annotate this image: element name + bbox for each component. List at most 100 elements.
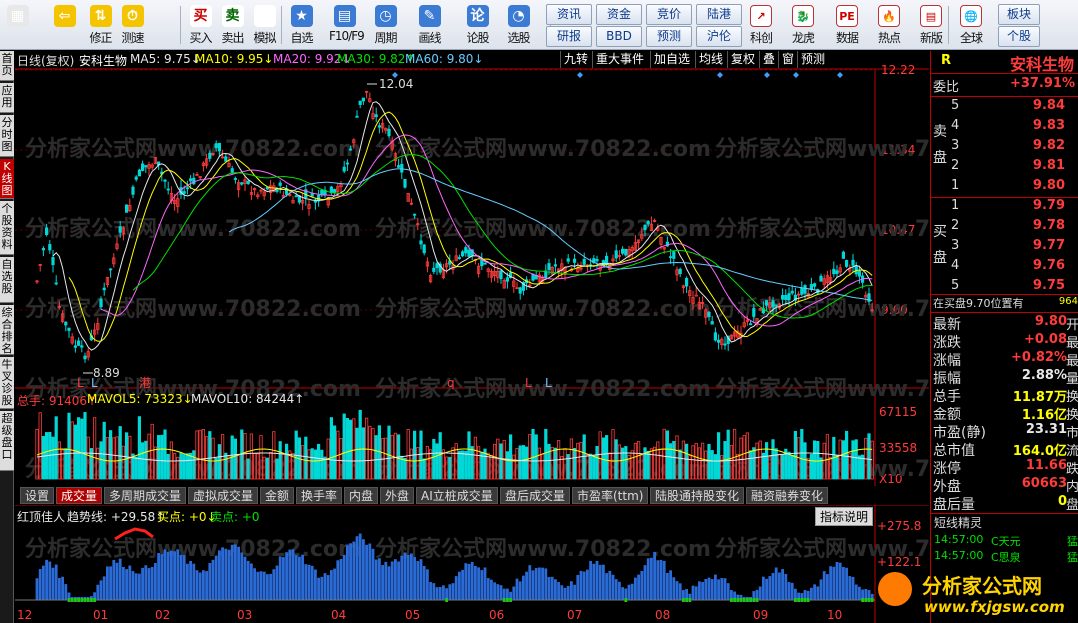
chart-menu-item-2[interactable]: 加自选: [650, 51, 693, 68]
indicator-bar: [813, 584, 816, 600]
kline-chart[interactable]: 12.2211.3410.479.606711533558X10+275.8+1…: [15, 51, 929, 623]
volume-tab-9[interactable]: 盘后成交量: [500, 487, 571, 504]
toolbar-right-button-2[interactable]: PE 数据: [828, 2, 866, 48]
side-button-1[interactable]: 个股: [998, 26, 1040, 47]
grid-button-2[interactable]: 竞价: [646, 4, 692, 25]
chart-menu-item-4[interactable]: 复权: [727, 51, 758, 68]
event-marker-icon[interactable]: [837, 72, 843, 78]
toolbar-button-6[interactable]: ⚒ 模拟: [249, 2, 280, 48]
volume-tab-7[interactable]: 外盘: [380, 487, 415, 504]
volume-bar: [313, 449, 318, 480]
indicator-bar: [758, 586, 762, 600]
toolbar-button-7[interactable]: ★ 自选: [286, 2, 317, 48]
left-tab-6[interactable]: 综合排名: [0, 305, 14, 355]
left-tab-0[interactable]: 首页: [0, 51, 14, 81]
grid-button-0[interactable]: 资讯: [546, 4, 592, 25]
left-tab-8[interactable]: 超级盘口: [0, 411, 14, 471]
candle-body: [332, 189, 337, 193]
left-tab-2[interactable]: 分时图: [0, 115, 14, 157]
buy-level-row[interactable]: 4 9.76: [931, 258, 1078, 277]
sell-level-row[interactable]: 5 9.84: [931, 98, 1078, 117]
chart-icon: ↗: [750, 5, 772, 27]
chart-menu-item-1[interactable]: 重大事件: [592, 51, 647, 68]
grid-button-1[interactable]: 资金: [596, 4, 642, 25]
toolbar-button-label: F10/F9: [329, 29, 365, 43]
sell-level-row[interactable]: 2 9.81: [931, 158, 1078, 177]
buy-level-row[interactable]: 3 9.77: [931, 238, 1078, 257]
sell-level-row[interactable]: 4 9.83: [931, 118, 1078, 137]
event-marker-icon[interactable]: [717, 72, 723, 78]
volume-bar: [246, 458, 250, 480]
volume-bar: [589, 453, 593, 480]
side-button-0[interactable]: 板块: [998, 4, 1040, 25]
toolbar-button-label: 选股: [507, 31, 530, 45]
candle-body: [678, 268, 682, 274]
toolbar-button-3[interactable]: ⏱ 测速: [117, 2, 148, 48]
event-marker-icon[interactable]: [793, 72, 799, 78]
toolbar-button-12[interactable]: ◔ 选股: [503, 2, 534, 48]
toolbar-button-11[interactable]: 论论股: [462, 2, 493, 48]
buy-level-row[interactable]: 1 9.79: [931, 198, 1078, 217]
toolbar-button-label: 热点: [877, 31, 901, 45]
volume-bar: [601, 437, 606, 480]
toolbar-button-8[interactable]: ▤ F10/F9: [329, 2, 365, 48]
chart-menu-item-0[interactable]: 九转: [560, 51, 591, 68]
toolbar-right-button-5[interactable]: 🌐 全球: [952, 2, 990, 48]
chart-menu-item-6[interactable]: 窗: [778, 51, 797, 68]
left-tab-3[interactable]: K线图: [0, 159, 14, 199]
toolbar-button-1[interactable]: ⇦: [49, 2, 80, 48]
indicator-bar: [496, 584, 500, 600]
indicator-buy: 买点: +0↓: [157, 510, 217, 524]
toolbar-button-10[interactable]: ✎ 画线: [414, 2, 445, 48]
volume-tab-1[interactable]: 成交量: [56, 487, 103, 504]
volume-bar: [77, 417, 81, 480]
left-tab-4[interactable]: 个股资料: [0, 201, 14, 255]
volume-bar: [419, 430, 423, 480]
indicator-bar: [269, 573, 272, 600]
left-tab-7[interactable]: 牛叉诊股: [0, 357, 14, 409]
volume-tab-10[interactable]: 市盈率(ttm): [572, 487, 649, 504]
candle-body: [800, 288, 804, 295]
volume-tab-3[interactable]: 虚拟成交量: [188, 487, 259, 504]
event-marker-icon[interactable]: [577, 72, 583, 78]
indicator-help-button[interactable]: 指标说明: [815, 507, 874, 526]
toolbar-right-button-0[interactable]: ↗ 科创: [742, 2, 780, 48]
volume-tab-12[interactable]: 融资融券变化: [746, 487, 829, 504]
grid-button-5[interactable]: BBD: [596, 26, 642, 47]
buy-level-row[interactable]: 2 9.78: [931, 218, 1078, 237]
volume-tab-2[interactable]: 多周期成交量: [104, 487, 187, 504]
volume-tab-0[interactable]: 设置: [20, 487, 55, 504]
left-tab-1[interactable]: 应用: [0, 83, 14, 113]
toolbar-right-button-1[interactable]: 🐉 龙虎: [784, 2, 822, 48]
indicator-bar: [723, 578, 727, 600]
grid-button-3[interactable]: 陆港: [696, 4, 742, 25]
toolbar-button-0[interactable]: ▦: [2, 2, 33, 48]
indicator-bar: [422, 565, 426, 600]
toolbar-right-button-4[interactable]: ▤ 新版: [912, 2, 950, 48]
volume-tab-4[interactable]: 金额: [260, 487, 295, 504]
indicator-bar: [842, 567, 845, 600]
sell-level-row[interactable]: 1 9.80: [931, 178, 1078, 197]
grid-button-4[interactable]: 研报: [546, 26, 592, 47]
left-tab-5[interactable]: 自选股: [0, 257, 14, 303]
indicator-bar: [291, 549, 295, 600]
chart-menu-item-7[interactable]: 预测: [797, 51, 828, 68]
indicator-bar: [512, 586, 516, 600]
volume-tab-6[interactable]: 内盘: [344, 487, 379, 504]
volume-tab-11[interactable]: 陆股通持股变化: [650, 487, 745, 504]
sell-level-row[interactable]: 3 9.82: [931, 138, 1078, 157]
chart-menu-item-5[interactable]: 叠: [759, 51, 778, 68]
grid-button-6[interactable]: 预测: [646, 26, 692, 47]
toolbar-button-9[interactable]: ◷ 周期: [370, 2, 401, 48]
volume-tab-5[interactable]: 换手率: [296, 487, 343, 504]
volume-tab-8[interactable]: AI立桩成交量: [416, 487, 498, 504]
chart-menu-item-3[interactable]: 均线: [695, 51, 726, 68]
toolbar-right-button-3[interactable]: 🔥 热点: [870, 2, 908, 48]
toolbar-button-4[interactable]: 买买入: [185, 2, 216, 48]
period-label[interactable]: 日线(复权): [17, 52, 74, 69]
grid-button-7[interactable]: 沪伦: [696, 26, 742, 47]
toolbar-button-2[interactable]: ⇅ 修正: [85, 2, 116, 48]
candle-body: [765, 300, 769, 306]
event-marker-icon[interactable]: [764, 72, 770, 78]
toolbar-button-5[interactable]: 卖卖出: [217, 2, 248, 48]
